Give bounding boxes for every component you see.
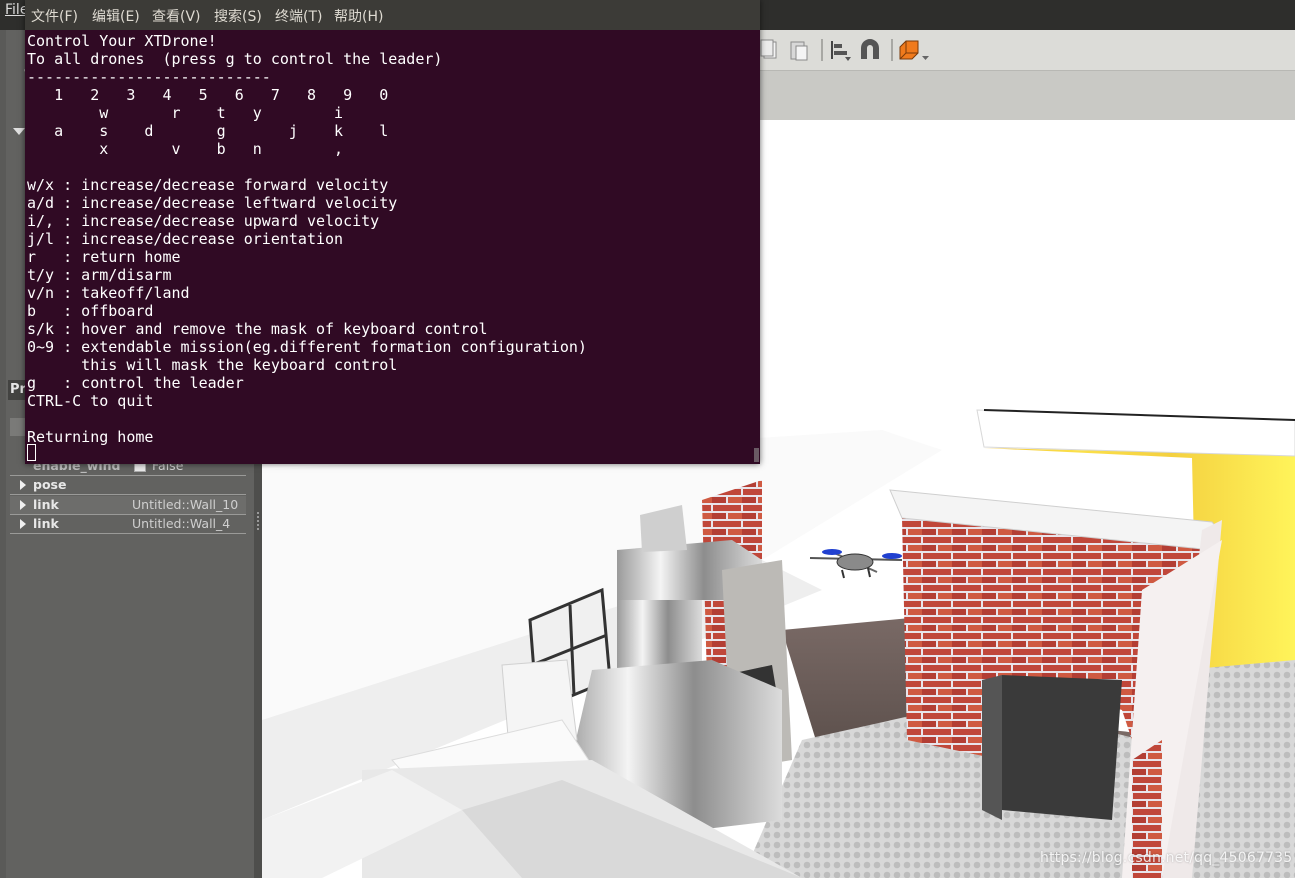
property-key: pose xyxy=(33,477,67,492)
view-angle-icon[interactable] xyxy=(898,39,932,61)
property-row-link[interactable]: link Untitled::Wall_4 xyxy=(10,515,246,534)
terminal-menubar: 文件(F) 编辑(E) 查看(V) 搜索(S) 终端(T) 帮助(H) xyxy=(25,0,760,30)
menu-terminal[interactable]: 终端(T) xyxy=(275,6,322,26)
expand-arrow-icon[interactable] xyxy=(20,480,26,490)
menu-edit[interactable]: 编辑(E) xyxy=(92,6,140,26)
terminal-line: --------------------------- xyxy=(27,68,271,86)
toolbar-separator xyxy=(891,39,893,61)
property-key: link xyxy=(33,497,59,512)
terminal-line: r : return home xyxy=(27,248,181,266)
watermark: https://blog.csdn.net/qq_45067735 xyxy=(1040,850,1293,866)
terminal-cursor xyxy=(27,444,36,461)
terminal-scrollbar[interactable] xyxy=(754,448,759,462)
property-value: Untitled::Wall_4 xyxy=(132,516,231,531)
terminal-line: s/k : hover and remove the mask of keybo… xyxy=(27,320,488,338)
expand-arrow-icon[interactable] xyxy=(20,519,26,529)
terminal-line: a s d g j k l xyxy=(27,122,389,140)
property-row-link[interactable]: link Untitled::Wall_10 xyxy=(10,496,246,515)
terminal-line: g : control the leader xyxy=(27,374,244,392)
terminal-line: w r t y i xyxy=(27,104,344,122)
terminal-line: w/x : increase/decrease forward velocity xyxy=(27,176,389,194)
terminal-line: j/l : increase/decrease orientation xyxy=(27,230,344,248)
terminal-line: Returning home xyxy=(27,428,154,446)
terminal-line: 1 2 3 4 5 6 7 8 9 0 xyxy=(27,86,389,104)
menu-view[interactable]: 查看(V) xyxy=(152,6,201,26)
property-key: link xyxy=(33,516,59,531)
terminal-window[interactable]: 文件(F) 编辑(E) 查看(V) 搜索(S) 终端(T) 帮助(H) Cont… xyxy=(25,0,760,464)
copy-icon[interactable] xyxy=(760,39,780,61)
terminal-line: b : offboard xyxy=(27,302,154,320)
expand-arrow-icon[interactable] xyxy=(20,500,26,510)
terminal-line: t/y : arm/disarm xyxy=(27,266,172,284)
toolbar-separator xyxy=(821,39,823,61)
terminal-line: a/d : increase/decrease leftward velocit… xyxy=(27,194,398,212)
terminal-line: x v b n , xyxy=(27,140,344,158)
splitter-grip-icon[interactable] xyxy=(257,512,261,530)
menu-file[interactable]: 文件(F) xyxy=(31,6,78,26)
terminal-line: i/, : increase/decrease upward velocity xyxy=(27,212,380,230)
terminal-line: v/n : takeoff/land xyxy=(27,284,190,302)
terminal-line: CTRL-C to quit xyxy=(27,392,154,410)
terminal-line: To all drones (press g to control the le… xyxy=(27,50,443,68)
align-icon[interactable] xyxy=(830,39,851,61)
menu-help[interactable]: 帮助(H) xyxy=(334,6,383,26)
terminal-line: 0~9 : extendable mission(eg.different fo… xyxy=(27,338,587,356)
terminal-line: Control Your XTDrone! xyxy=(27,32,217,50)
property-row-pose[interactable]: pose xyxy=(10,476,246,495)
menu-search[interactable]: 搜索(S) xyxy=(214,6,262,26)
terminal-output[interactable]: Control Your XTDrone! To all drones (pre… xyxy=(27,32,757,446)
paste-icon[interactable] xyxy=(788,39,808,61)
terminal-line: this will mask the keyboard control xyxy=(27,356,398,374)
collapse-arrow-icon[interactable] xyxy=(13,128,25,135)
property-value: Untitled::Wall_10 xyxy=(132,497,239,512)
snap-magnet-icon[interactable] xyxy=(858,39,879,61)
